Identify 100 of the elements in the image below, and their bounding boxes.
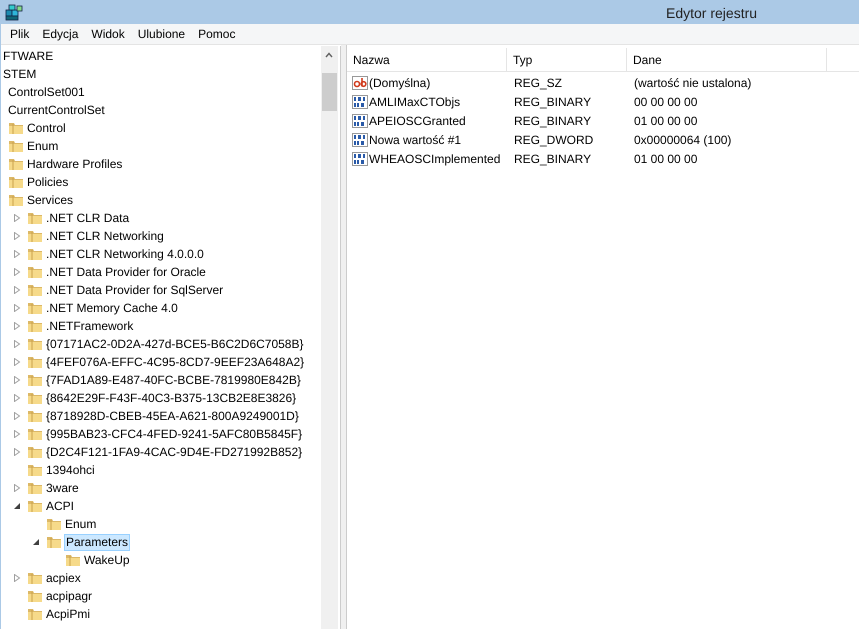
- string-value-icon: [352, 74, 368, 90]
- value-data: 01 00 00 00: [633, 150, 698, 168]
- tree-item[interactable]: FTWARE: [2, 48, 54, 64]
- value-data: 00 00 00 00: [633, 94, 698, 110]
- value-type: REG_DWORD: [513, 132, 594, 148]
- collapsed-arrow-icon[interactable]: [13, 214, 21, 222]
- collapsed-arrow-icon[interactable]: [13, 322, 21, 330]
- folder-icon: [8, 138, 24, 154]
- column-header[interactable]: Dane: [627, 48, 827, 71]
- folder-icon: [27, 210, 43, 226]
- column-header[interactable]: Typ: [507, 48, 627, 71]
- value-data: 01 00 00 00: [633, 112, 698, 130]
- value-name[interactable]: AMLIMaxCTObjs: [369, 92, 460, 110]
- folder-icon: [27, 426, 43, 442]
- tree-item[interactable]: Enum: [26, 138, 60, 154]
- binary-value-icon: [352, 112, 368, 128]
- folder-icon: [27, 570, 43, 586]
- tree-item[interactable]: ACPI: [45, 498, 76, 514]
- menu-item[interactable]: Pomoc: [192, 24, 242, 44]
- scrollbar[interactable]: [321, 46, 338, 629]
- value-type: REG_BINARY: [513, 150, 592, 168]
- collapsed-arrow-icon[interactable]: [13, 250, 21, 258]
- value-type: REG_BINARY: [513, 112, 592, 130]
- folder-icon: [27, 228, 43, 244]
- folder-icon: [27, 606, 43, 622]
- tree-item[interactable]: .NET CLR Networking: [45, 228, 165, 244]
- tree-item[interactable]: .NET CLR Data: [45, 210, 130, 226]
- value-name[interactable]: Nowa wartość #1: [369, 130, 462, 148]
- folder-icon: [8, 120, 24, 136]
- collapsed-arrow-icon[interactable]: [13, 286, 21, 294]
- binary-value-icon: [352, 132, 368, 148]
- column-header[interactable]: Nazwa: [347, 48, 507, 71]
- collapsed-arrow-icon[interactable]: [13, 340, 21, 348]
- menu-item[interactable]: Edycja: [36, 24, 84, 44]
- value-name[interactable]: APEIOSCGranted: [369, 112, 466, 130]
- value-type: REG_SZ: [513, 74, 564, 92]
- collapsed-arrow-icon[interactable]: [13, 448, 21, 456]
- menu-item[interactable]: Ulubione: [132, 24, 192, 44]
- folder-icon: [27, 246, 43, 262]
- tree-item[interactable]: {4FEF076A-EFFC-4C95-8CD7-9EEF23A648A2}: [45, 354, 306, 370]
- tree-item[interactable]: {7FAD1A89-E487-40FC-BCBE-7819980E842B}: [45, 372, 302, 388]
- tree-item[interactable]: ControlSet001: [7, 84, 86, 100]
- binary-value-icon: [352, 94, 368, 110]
- tree-item[interactable]: 3ware: [45, 480, 80, 496]
- collapsed-arrow-icon[interactable]: [13, 358, 21, 366]
- collapsed-arrow-icon[interactable]: [13, 574, 21, 582]
- tree-item[interactable]: .NET Data Provider for Oracle: [45, 264, 207, 280]
- value-data: 0x00000064 (100): [633, 132, 732, 148]
- tree-item[interactable]: Parameters: [64, 534, 130, 550]
- folder-icon: [65, 552, 81, 568]
- expanded-arrow-icon[interactable]: [32, 538, 40, 546]
- collapsed-arrow-icon[interactable]: [13, 268, 21, 276]
- value-name[interactable]: WHEAOSCImplemented: [369, 150, 500, 168]
- tree-item[interactable]: Hardware Profiles: [26, 156, 124, 172]
- menu-item[interactable]: Widok: [85, 24, 131, 44]
- folder-icon: [27, 498, 43, 514]
- folder-icon: [27, 480, 43, 496]
- tree-item[interactable]: 1394ohci: [45, 462, 96, 478]
- tree-item[interactable]: {07171AC2-0D2A-427d-BCE5-B6C2D6C7058B}: [45, 336, 304, 352]
- expanded-arrow-icon[interactable]: [13, 502, 21, 510]
- value-data: (wartość nie ustalona): [633, 74, 752, 92]
- tree-item[interactable]: CurrentControlSet: [7, 102, 106, 118]
- folder-icon: [46, 516, 62, 532]
- collapsed-arrow-icon[interactable]: [13, 430, 21, 438]
- tree-item[interactable]: .NET CLR Networking 4.0.0.0: [45, 246, 205, 262]
- collapsed-arrow-icon[interactable]: [13, 484, 21, 492]
- scroll-thumb[interactable]: [322, 73, 337, 111]
- collapsed-arrow-icon[interactable]: [13, 232, 21, 240]
- tree-item[interactable]: AcpiPmi: [45, 606, 92, 622]
- folder-icon: [27, 390, 43, 406]
- tree-item[interactable]: .NETFramework: [45, 318, 134, 334]
- tree-item[interactable]: Control: [26, 120, 67, 136]
- tree-item[interactable]: STEM: [2, 66, 38, 82]
- tree-item[interactable]: {8718928D-CBEB-45EA-A621-800A9249001D}: [45, 408, 300, 424]
- tree-item[interactable]: {8642E29F-F43F-40C3-B375-13CB2E8E3826}: [45, 390, 298, 406]
- tree-item[interactable]: acpiex: [45, 570, 82, 586]
- value-name[interactable]: (Domyślna): [369, 74, 430, 92]
- tree-item[interactable]: {D2C4F121-1FA9-4CAC-9D4E-FD271992B852}: [45, 444, 304, 460]
- collapsed-arrow-icon[interactable]: [13, 412, 21, 420]
- collapsed-arrow-icon[interactable]: [13, 304, 21, 312]
- menu-item[interactable]: Plik: [4, 24, 36, 44]
- tree-item[interactable]: Policies: [26, 174, 70, 190]
- folder-icon: [8, 192, 24, 208]
- tree-item[interactable]: WakeUp: [83, 552, 131, 568]
- tree-item[interactable]: {995BAB23-CFC4-4FED-9241-5AFC80B5845F}: [45, 426, 304, 442]
- folder-icon: [27, 462, 43, 478]
- tree-item[interactable]: Enum: [64, 516, 98, 532]
- folder-icon: [27, 372, 43, 388]
- scroll-up-icon[interactable]: [325, 52, 333, 58]
- tree-item[interactable]: .NET Data Provider for SqlServer: [45, 282, 224, 298]
- collapsed-arrow-icon[interactable]: [13, 376, 21, 384]
- tree-item[interactable]: Services: [26, 192, 74, 208]
- value-type: REG_BINARY: [513, 94, 592, 110]
- folder-icon: [27, 336, 43, 352]
- tree-item[interactable]: acpipagr: [45, 588, 94, 604]
- collapsed-arrow-icon[interactable]: [13, 394, 21, 402]
- tree-item[interactable]: .NET Memory Cache 4.0: [45, 300, 179, 316]
- registry-icon: [5, 3, 23, 21]
- window-title: Edytor rejestru: [666, 4, 758, 23]
- folder-icon: [27, 354, 43, 370]
